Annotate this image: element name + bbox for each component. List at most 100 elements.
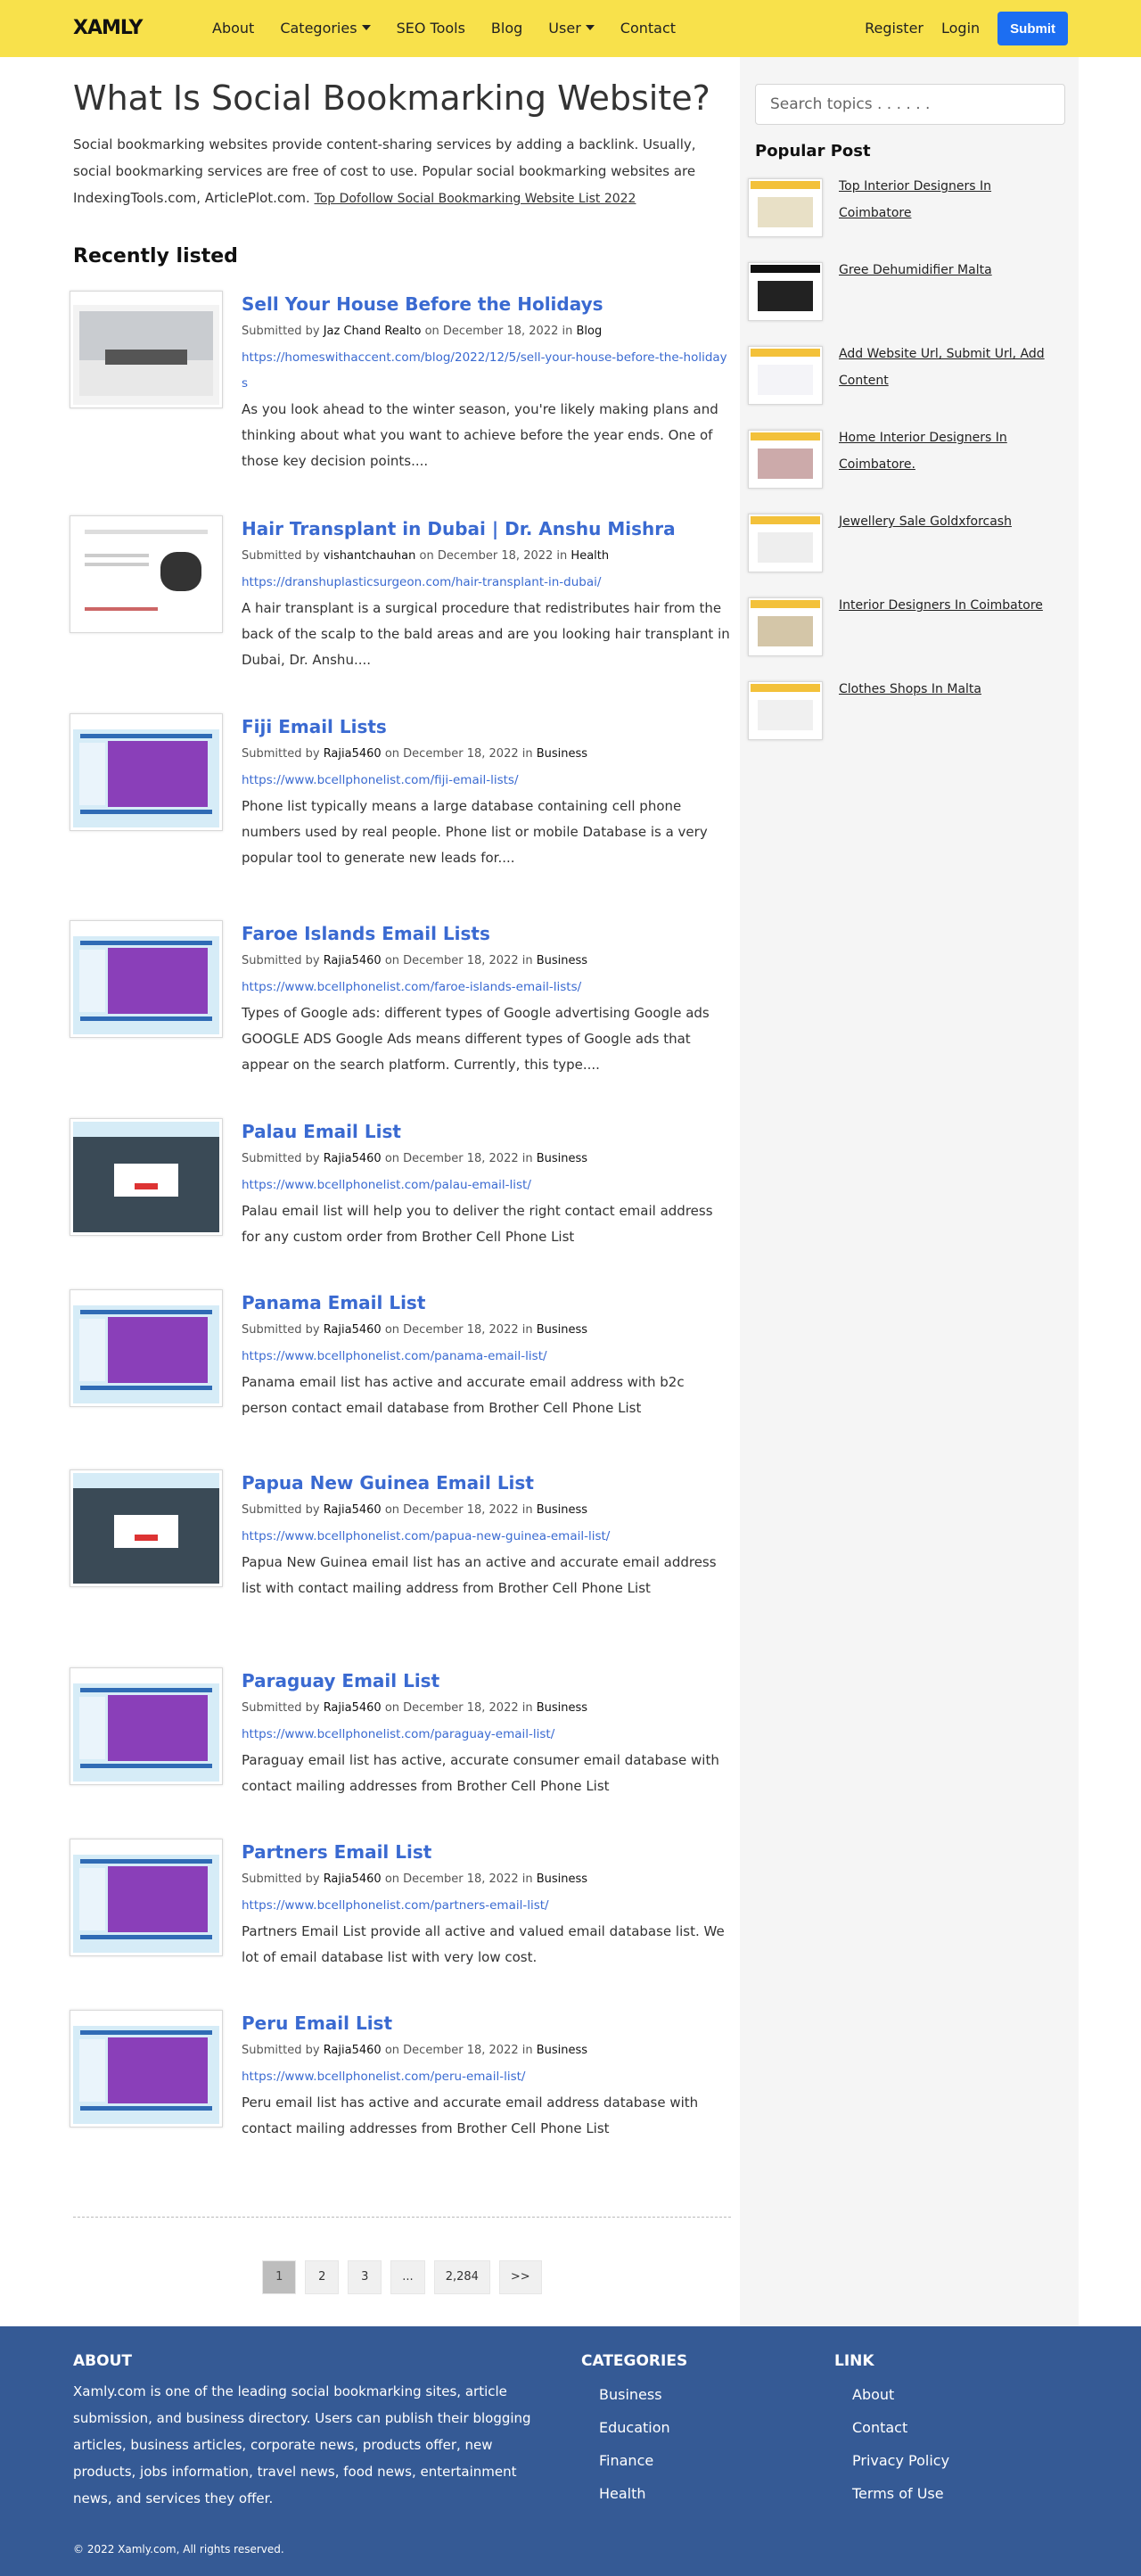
post-url[interactable]: https://www.bcellphonelist.com/panama-em… — [242, 1344, 731, 1370]
nav-user-dropdown[interactable]: User — [548, 16, 595, 42]
post-author[interactable]: Rajia5460 — [324, 747, 382, 761]
post-url[interactable]: https://www.bcellphonelist.com/palau-ema… — [242, 1173, 731, 1198]
footer-category-education[interactable]: Education — [581, 2411, 834, 2444]
login-link[interactable]: Login — [941, 16, 980, 42]
pagination-item[interactable]: 2 — [305, 2259, 340, 2294]
post-url[interactable]: https://www.bcellphonelist.com/papua-new… — [242, 1524, 731, 1550]
footer-link-privacy[interactable]: Privacy Policy — [834, 2444, 949, 2477]
post-thumbnail[interactable] — [70, 290, 223, 408]
pagination-item[interactable]: >> — [498, 2259, 542, 2294]
popular-post-link[interactable]: Interior Designers In Coimbatore — [839, 592, 1043, 619]
post-thumbnail[interactable] — [70, 1469, 223, 1587]
post-item: Fiji Email Lists Submitted by Rajia5460 o… — [70, 712, 731, 920]
popular-post-thumbnail[interactable] — [748, 514, 823, 573]
post-category[interactable]: Business — [537, 1872, 587, 1886]
post-url[interactable]: https://dranshuplasticsurgeon.com/hair-t… — [242, 570, 731, 596]
post-thumbnail[interactable] — [70, 514, 223, 633]
popular-post-link[interactable]: Add Website Url, Submit Url, Add Content — [839, 341, 1065, 394]
footer-link-about[interactable]: About — [834, 2378, 949, 2411]
post-title[interactable]: Peru Email List — [242, 2012, 392, 2034]
post-category[interactable]: Blog — [577, 325, 603, 338]
post-thumbnail[interactable] — [70, 2009, 223, 2127]
post-body: Palau Email List Submitted by Rajia5460 o… — [242, 1118, 731, 1251]
post-author[interactable]: Jaz Chand Realto — [324, 325, 422, 338]
footer-link-contact[interactable]: Contact — [834, 2411, 949, 2444]
intro-link[interactable]: Top Dofollow Social Bookmarking Website … — [315, 192, 636, 206]
popular-post-thumbnail[interactable] — [748, 430, 823, 490]
post-thumbnail[interactable] — [70, 1838, 223, 1956]
nav-about[interactable]: About — [212, 16, 254, 42]
post-thumbnail[interactable] — [70, 712, 223, 831]
pagination-item[interactable]: 3 — [348, 2259, 382, 2294]
post-category[interactable]: Business — [537, 1323, 587, 1337]
popular-post-thumbnail[interactable] — [748, 178, 823, 238]
post-author[interactable]: Rajia5460 — [324, 954, 382, 967]
submit-button[interactable]: Submit — [997, 12, 1068, 45]
post-author[interactable]: Rajia5460 — [324, 1152, 382, 1165]
popular-post-thumbnail[interactable] — [748, 681, 823, 741]
search-input[interactable]: Search topics . . . . . . — [755, 84, 1065, 125]
post-author[interactable]: Rajia5460 — [324, 1701, 382, 1715]
post-title[interactable]: Palau Email List — [242, 1121, 401, 1142]
meta-on: on — [384, 1503, 400, 1518]
post-author[interactable]: Rajia5460 — [324, 1323, 382, 1337]
post-category[interactable]: Health — [570, 549, 609, 563]
post-title[interactable]: Hair Transplant in Dubai | Dr. Anshu Mis… — [242, 518, 676, 539]
post-author[interactable]: Rajia5460 — [324, 1503, 382, 1517]
site-logo[interactable]: XAMLY — [73, 11, 212, 46]
post-title[interactable]: Fiji Email Lists — [242, 716, 387, 737]
post-category[interactable]: Business — [537, 1701, 587, 1715]
nav-categories-label: Categories — [280, 19, 357, 37]
post-thumbnail[interactable] — [70, 1288, 223, 1407]
post-title[interactable]: Sell Your House Before the Holidays — [242, 293, 603, 315]
post-title[interactable]: Paraguay Email List — [242, 1670, 439, 1691]
meta-submitted-by: Submitted by — [242, 1323, 320, 1337]
post-item: Papua New Guinea Email List Submitted by … — [70, 1469, 731, 1667]
post-title[interactable]: Partners Email List — [242, 1841, 431, 1863]
post-meta: Submitted by Rajia5460 on December 18, 2… — [242, 1317, 731, 1344]
popular-post-link[interactable]: Gree Dehumidifier Malta — [839, 257, 992, 284]
footer-category-health[interactable]: Health — [581, 2477, 834, 2510]
popular-post-link[interactable]: Home Interior Designers In Coimbatore. — [839, 424, 1065, 478]
post-url[interactable]: https://www.bcellphonelist.com/paraguay-… — [242, 1722, 731, 1748]
post-url[interactable]: https://www.bcellphonelist.com/faroe-isl… — [242, 975, 731, 1000]
post-author[interactable]: vishantchauhan — [324, 549, 416, 563]
popular-post-link[interactable]: Jewellery Sale Goldxforcash — [839, 508, 1012, 535]
footer-category-finance[interactable]: Finance — [581, 2444, 834, 2477]
post-category[interactable]: Business — [537, 954, 587, 967]
post-category[interactable]: Business — [537, 747, 587, 761]
popular-post-thumbnail[interactable] — [748, 262, 823, 322]
popular-post-link[interactable]: Clothes Shops In Malta — [839, 676, 981, 703]
post-thumbnail[interactable] — [70, 1117, 223, 1236]
nav-contact[interactable]: Contact — [620, 16, 676, 42]
footer-category-business[interactable]: Business — [581, 2378, 834, 2411]
pagination-item[interactable]: 1 — [262, 2259, 297, 2294]
post-title[interactable]: Papua New Guinea Email List — [242, 1472, 534, 1494]
nav-seo-tools[interactable]: SEO Tools — [397, 16, 465, 42]
meta-on: on — [419, 549, 434, 564]
post-category[interactable]: Business — [537, 2044, 587, 2057]
post-url[interactable]: https://www.bcellphonelist.com/fiji-emai… — [242, 768, 731, 794]
post-url[interactable]: https://www.bcellphonelist.com/peru-emai… — [242, 2064, 731, 2090]
popular-post-heading: Popular Post — [755, 142, 871, 160]
post-url[interactable]: https://www.bcellphonelist.com/partners-… — [242, 1893, 731, 1919]
post-author[interactable]: Rajia5460 — [324, 1872, 382, 1886]
popular-post-thumbnail[interactable] — [748, 597, 823, 657]
post-author[interactable]: Rajia5460 — [324, 2044, 382, 2057]
post-title[interactable]: Panama Email List — [242, 1292, 425, 1313]
post-thumbnail[interactable] — [70, 1667, 223, 1785]
popular-post-thumbnail[interactable] — [748, 346, 823, 406]
footer-link-terms[interactable]: Terms of Use — [834, 2477, 949, 2510]
pagination-item[interactable]: ... — [390, 2259, 425, 2294]
pagination-item[interactable]: 2,284 — [433, 2259, 490, 2294]
post-category[interactable]: Business — [537, 1503, 587, 1517]
post-thumbnail[interactable] — [70, 919, 223, 1038]
post-title[interactable]: Faroe Islands Email Lists — [242, 923, 490, 944]
nav-categories-dropdown[interactable]: Categories — [280, 16, 371, 42]
nav-blog[interactable]: Blog — [491, 16, 522, 42]
post-url[interactable]: https://homeswithaccent.com/blog/2022/12… — [242, 345, 731, 397]
popular-post-link[interactable]: Top Interior Designers In Coimbatore — [839, 173, 1065, 226]
register-link[interactable]: Register — [865, 16, 923, 42]
post-category[interactable]: Business — [537, 1152, 587, 1165]
post-date: December 18, 2022 — [403, 1872, 519, 1887]
